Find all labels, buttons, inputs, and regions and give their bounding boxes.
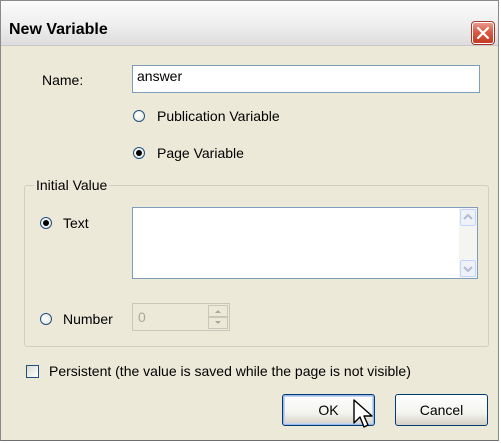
persistent-option[interactable]: Persistent (the value is saved while the… — [25, 361, 445, 383]
number-option[interactable]: Number — [38, 309, 128, 331]
name-input[interactable]: answer — [132, 65, 480, 93]
publication-variable-option[interactable]: Publication Variable — [131, 106, 311, 128]
number-radio[interactable] — [40, 313, 52, 325]
scroll-up-button[interactable] — [460, 209, 476, 226]
page-variable-radio[interactable] — [133, 147, 145, 159]
new-variable-dialog: New Variable Name: answer Publication Va… — [0, 0, 499, 441]
scroll-down-button[interactable] — [460, 260, 476, 277]
text-vertical-scrollbar[interactable] — [459, 208, 477, 278]
spin-up-arrow-icon — [215, 310, 221, 313]
number-value-text: 0 — [138, 309, 146, 325]
scroll-down-arrow-icon — [463, 266, 473, 273]
page-variable-option[interactable]: Page Variable — [131, 143, 291, 165]
dialog-title: New Variable — [9, 21, 108, 38]
cancel-button[interactable]: Cancel — [395, 394, 488, 426]
text-radio[interactable] — [40, 217, 52, 229]
publication-variable-label: Publication Variable — [157, 108, 280, 124]
close-icon — [476, 26, 490, 40]
spin-down-arrow-icon — [215, 321, 221, 324]
scroll-up-arrow-icon — [463, 213, 473, 220]
mouse-pointer-icon — [353, 399, 373, 428]
publication-variable-radio[interactable] — [133, 110, 145, 122]
spin-down-button[interactable] — [208, 317, 228, 329]
number-option-label: Number — [63, 311, 113, 327]
text-option[interactable]: Text — [38, 213, 108, 235]
page-variable-label: Page Variable — [157, 145, 244, 161]
persistent-checkbox[interactable] — [26, 365, 39, 378]
text-option-label: Text — [63, 215, 89, 231]
text-value-input[interactable] — [132, 207, 478, 279]
persistent-label: Persistent (the value is saved while the… — [49, 363, 411, 379]
spin-up-button[interactable] — [208, 305, 228, 317]
name-label: Name: — [42, 72, 84, 88]
initial-value-group-label: Initial Value — [34, 177, 110, 193]
title-bar[interactable]: New Variable — [1, 1, 498, 46]
number-spinner[interactable] — [208, 305, 228, 329]
number-value-input[interactable]: 0 — [132, 303, 230, 331]
close-button[interactable] — [471, 21, 495, 45]
